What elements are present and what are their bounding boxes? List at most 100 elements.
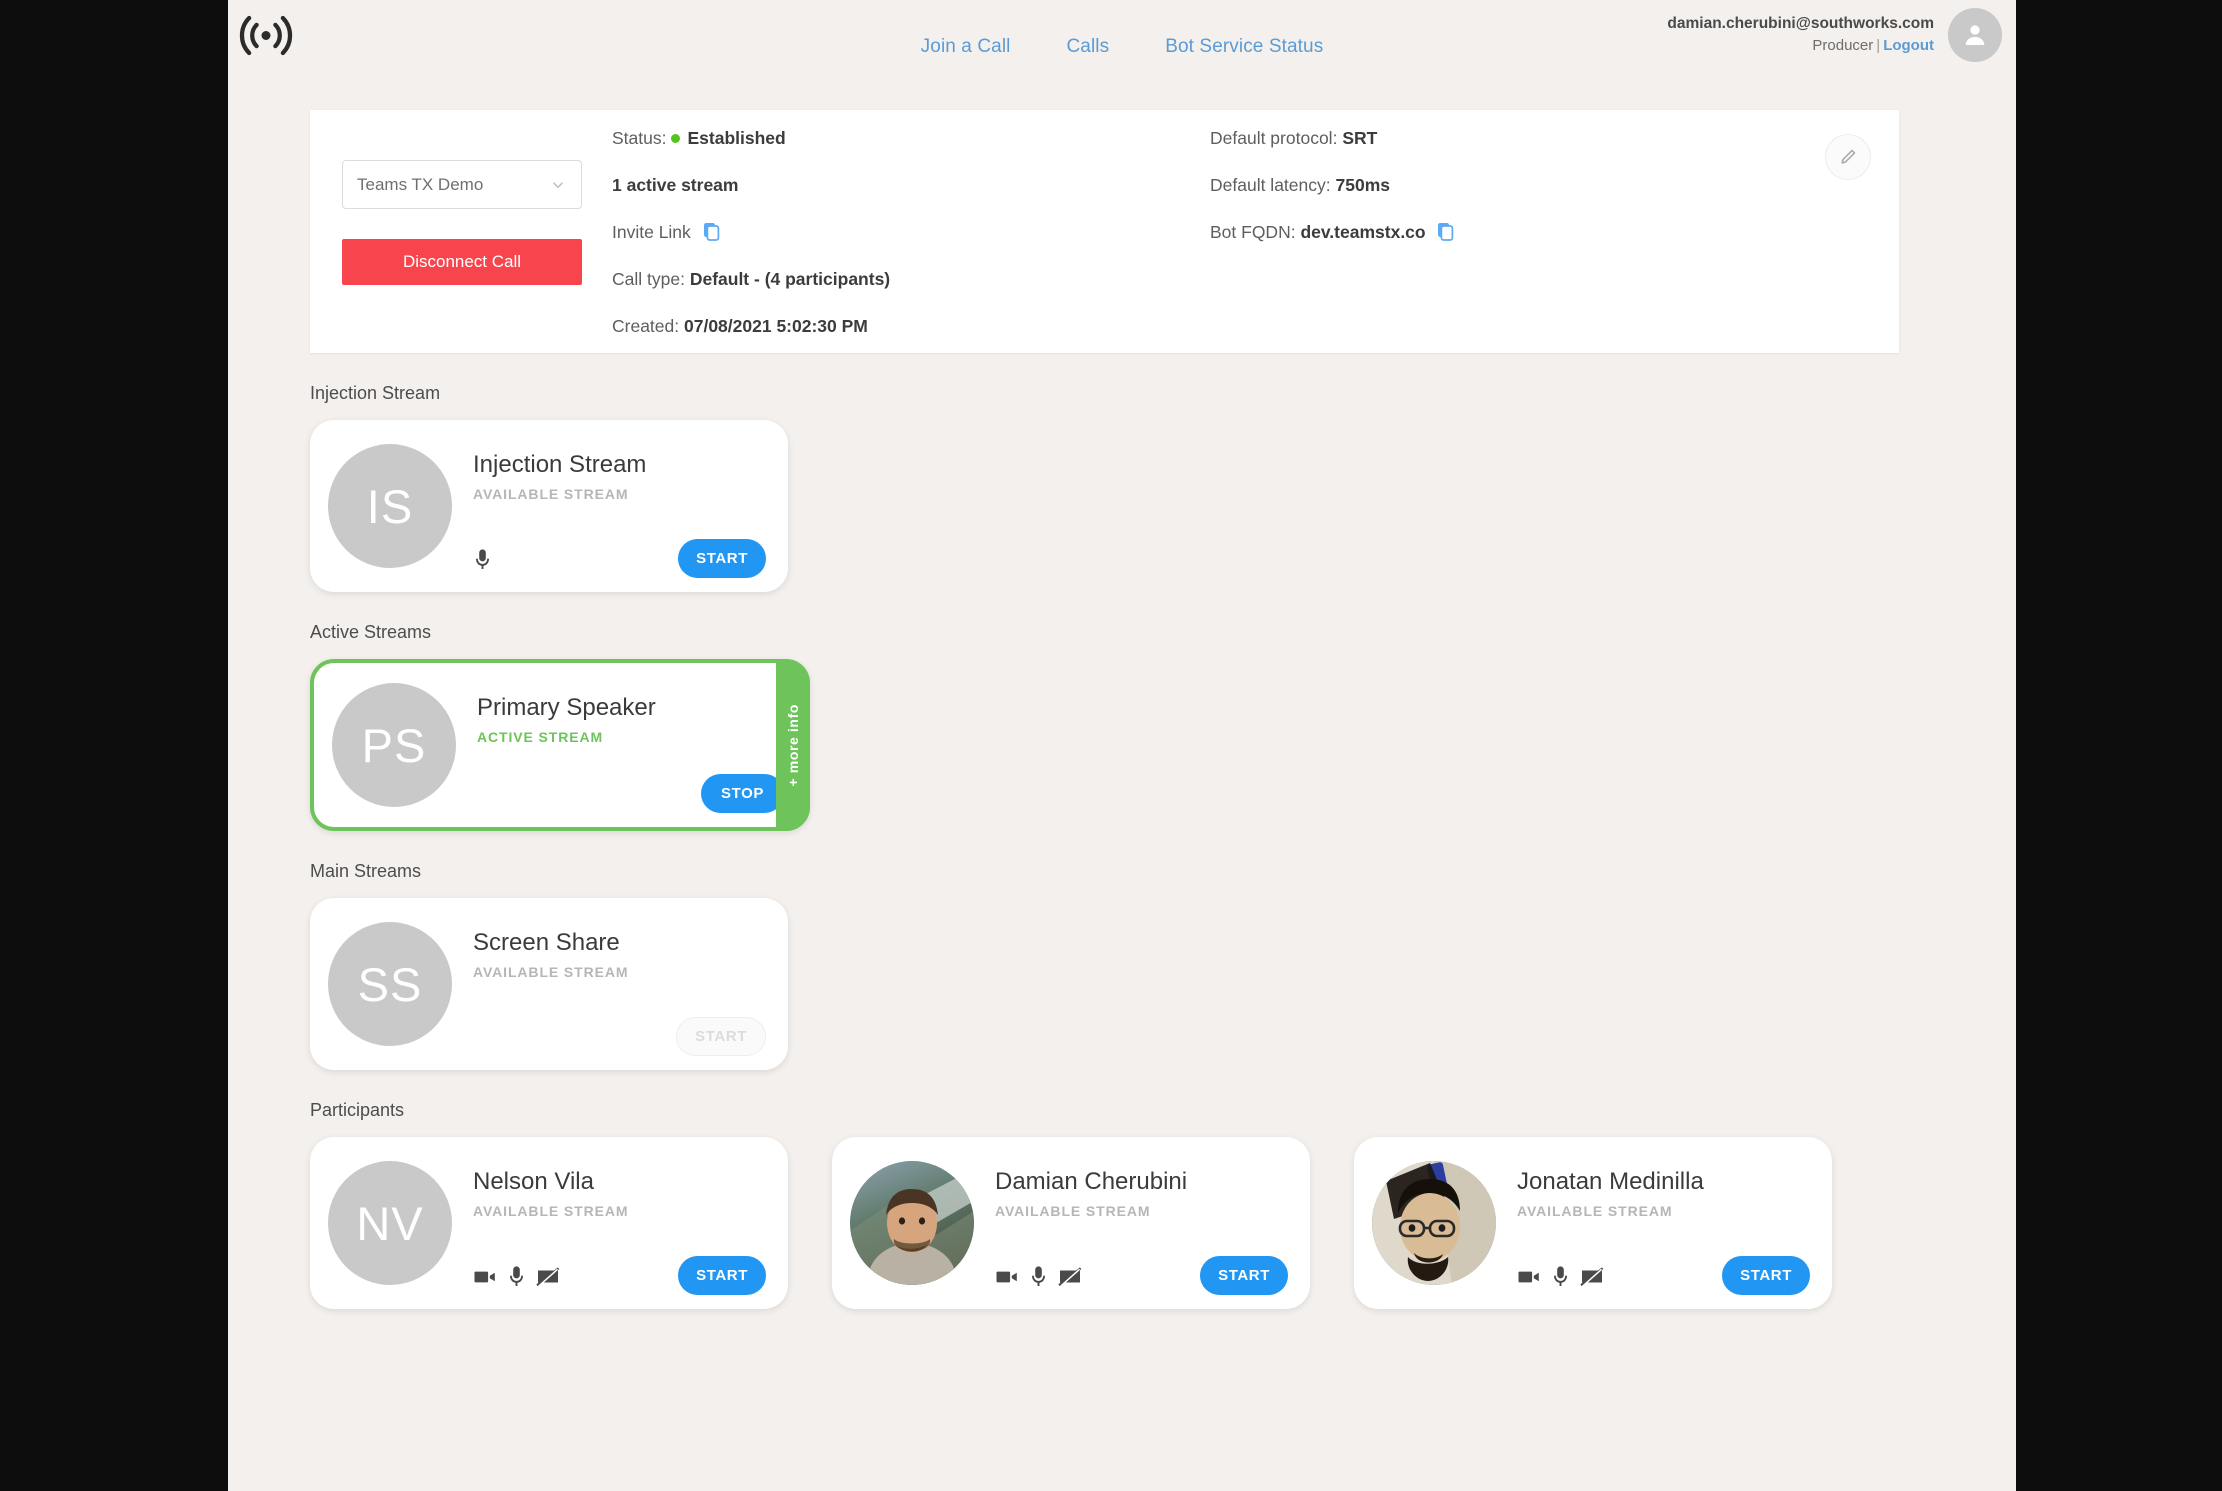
- participant-capability-icons: [995, 1265, 1082, 1289]
- call-info-right-column: Default protocol: SRT Default latency: 7…: [1210, 128, 1770, 269]
- stream-name: Injection Stream: [473, 451, 647, 478]
- edit-call-settings-button[interactable]: [1825, 134, 1871, 180]
- default-protocol-line: Default protocol: SRT: [1210, 128, 1770, 149]
- avatar-initials: NV: [328, 1161, 452, 1285]
- stream-name: Primary Speaker: [477, 694, 656, 721]
- created-value: 07/08/2021 5:02:30 PM: [684, 316, 868, 336]
- start-button[interactable]: START: [1722, 1256, 1810, 1295]
- participant-capability-icons: [473, 1265, 560, 1289]
- status-label: Status:: [612, 128, 667, 148]
- default-protocol-label: Default protocol:: [1210, 128, 1338, 148]
- stream-card-injection-stream[interactable]: IS Injection Stream AVAILABLE STREAM STA…: [310, 420, 788, 592]
- participant-card-jonatan-medinilla[interactable]: Jonatan Medinilla AVAILABLE STREAM START: [1354, 1137, 1832, 1309]
- more-info-label: + more info: [785, 703, 801, 787]
- bot-fqdn-value: dev.teamstx.co: [1300, 222, 1426, 242]
- stream-capability-icons: [473, 548, 492, 572]
- user-account-area: damian.cherubini@southworks.com Producer…: [1667, 8, 2002, 62]
- more-info-tab[interactable]: + more info: [776, 659, 810, 831]
- status-dot-icon: [671, 133, 681, 143]
- nav-bot-service-status[interactable]: Bot Service Status: [1165, 36, 1323, 58]
- stream-status: AVAILABLE STREAM: [473, 486, 629, 502]
- user-role-row: Producer | Logout: [1667, 35, 1934, 57]
- avatar-initials: SS: [328, 922, 452, 1046]
- microphone-icon: [507, 1265, 526, 1289]
- created-line: Created: 07/08/2021 5:02:30 PM: [612, 316, 1192, 337]
- logout-link[interactable]: Logout: [1883, 37, 1934, 54]
- copy-icon[interactable]: [703, 222, 720, 241]
- user-text-block: damian.cherubini@southworks.com Producer…: [1667, 13, 1934, 57]
- stream-status: ACTIVE STREAM: [477, 729, 604, 745]
- start-button[interactable]: START: [678, 539, 766, 578]
- stop-button[interactable]: STOP: [701, 774, 784, 813]
- stream-card-primary-speaker[interactable]: PS Primary Speaker ACTIVE STREAM STOP + …: [310, 659, 810, 831]
- screen-share-off-icon: [536, 1265, 560, 1289]
- section-title-injection-stream: Injection Stream: [310, 383, 441, 403]
- invite-link-label: Invite Link: [612, 222, 691, 242]
- call-controls-column: Teams TX Demo Disconnect Call: [342, 160, 587, 285]
- card-body: Injection Stream AVAILABLE STREAM START: [452, 420, 788, 592]
- chevron-down-icon: [552, 181, 564, 188]
- section-title-main-streams: Main Streams: [310, 861, 422, 881]
- status-value: Established: [687, 128, 786, 148]
- active-stream-count: 1 active stream: [612, 175, 739, 195]
- user-avatar-icon[interactable]: [1948, 8, 2002, 62]
- microphone-icon: [1551, 1265, 1570, 1289]
- card-body: Jonatan Medinilla AVAILABLE STREAM START: [1496, 1137, 1832, 1309]
- video-camera-icon: [1517, 1265, 1541, 1289]
- participant-name: Nelson Vila: [473, 1168, 594, 1195]
- default-latency-line: Default latency: 750ms: [1210, 175, 1770, 196]
- card-body: Primary Speaker ACTIVE STREAM STOP: [456, 663, 806, 827]
- section-title-participants: Participants: [310, 1100, 405, 1120]
- created-label: Created:: [612, 316, 680, 336]
- section-title-active-streams: Active Streams: [310, 622, 432, 642]
- video-camera-icon: [473, 1265, 497, 1289]
- copy-icon[interactable]: [1437, 222, 1454, 241]
- active-stream-count-line: 1 active stream: [612, 175, 1192, 196]
- injection-stream-row: IS Injection Stream AVAILABLE STREAM STA…: [310, 420, 2008, 592]
- participant-name: Jonatan Medinilla: [1517, 1168, 1704, 1195]
- stream-card-screen-share[interactable]: SS Screen Share AVAILABLE STREAM START: [310, 898, 788, 1070]
- call-type-label: Call type:: [612, 269, 685, 289]
- call-info-left-column: Status: Established 1 active stream Invit…: [612, 128, 1192, 363]
- participant-card-nelson-vila[interactable]: NV Nelson Vila AVAILABLE STREAM START: [310, 1137, 788, 1309]
- role-logout-separator: |: [1876, 37, 1881, 55]
- avatar-initials: IS: [328, 444, 452, 568]
- pencil-icon: [1841, 149, 1856, 164]
- stream-status: AVAILABLE STREAM: [473, 964, 629, 980]
- disconnect-call-button[interactable]: Disconnect Call: [342, 239, 582, 285]
- page-content: Teams TX Demo Disconnect Call Status: Est…: [228, 110, 2016, 1309]
- default-protocol-value: SRT: [1342, 128, 1378, 148]
- call-select[interactable]: Teams TX Demo: [342, 160, 582, 209]
- microphone-icon: [1029, 1265, 1048, 1289]
- call-select-value: Teams TX Demo: [357, 174, 484, 194]
- avatar-photo: [1372, 1161, 1496, 1285]
- card-body: Screen Share AVAILABLE STREAM START: [452, 898, 788, 1070]
- card-body: Nelson Vila AVAILABLE STREAM START: [452, 1137, 788, 1309]
- bot-fqdn-line: Bot FQDN: dev.teamstx.co: [1210, 222, 1770, 243]
- participant-status: AVAILABLE STREAM: [473, 1203, 629, 1219]
- start-button[interactable]: START: [678, 1256, 766, 1295]
- main-streams-row: SS Screen Share AVAILABLE STREAM START: [310, 898, 2008, 1070]
- avatar-photo: [850, 1161, 974, 1285]
- nav-calls[interactable]: Calls: [1066, 36, 1109, 58]
- participant-capability-icons: [1517, 1265, 1604, 1289]
- user-role: Producer: [1812, 37, 1874, 55]
- card-body: Damian Cherubini AVAILABLE STREAM START: [974, 1137, 1310, 1309]
- screen-share-off-icon: [1058, 1265, 1082, 1289]
- avatar-initials: PS: [332, 683, 456, 807]
- status-line: Status: Established: [612, 128, 1192, 149]
- nav-join-a-call[interactable]: Join a Call: [921, 36, 1011, 58]
- participant-status: AVAILABLE STREAM: [1517, 1203, 1673, 1219]
- invite-link-line: Invite Link: [612, 222, 1192, 243]
- app-page: Join a Call Calls Bot Service Status dam…: [228, 0, 2016, 1491]
- bot-fqdn-label: Bot FQDN:: [1210, 222, 1296, 242]
- stream-name: Screen Share: [473, 929, 620, 956]
- call-type-value: Default - (4 participants): [689, 269, 891, 289]
- participant-status: AVAILABLE STREAM: [995, 1203, 1151, 1219]
- participants-row: NV Nelson Vila AVAILABLE STREAM START Da…: [310, 1137, 2008, 1309]
- start-button-disabled: START: [676, 1017, 766, 1056]
- user-email: damian.cherubini@southworks.com: [1667, 14, 1934, 32]
- participant-card-damian-cherubini[interactable]: Damian Cherubini AVAILABLE STREAM START: [832, 1137, 1310, 1309]
- start-button[interactable]: START: [1200, 1256, 1288, 1295]
- video-camera-icon: [995, 1265, 1019, 1289]
